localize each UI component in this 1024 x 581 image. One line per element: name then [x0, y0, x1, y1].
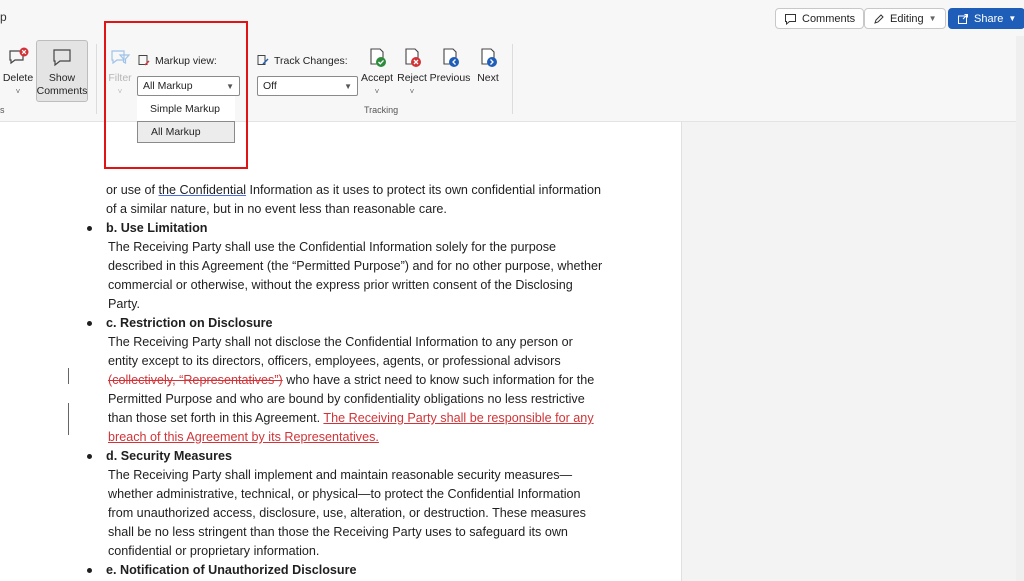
paragraph-use-limitation: The Receiving Party shall use the Confid…: [108, 240, 603, 311]
next-icon: [481, 48, 497, 67]
vertical-scrollbar[interactable]: [1016, 36, 1024, 581]
show-comments-label-2: Comments: [36, 85, 88, 97]
accept-button[interactable]: Accept ˅: [361, 46, 393, 98]
comments-button-label: Comments: [802, 12, 856, 25]
heading-use-limitation: b. Use Limitation: [87, 219, 606, 238]
share-button[interactable]: Share ▼: [948, 8, 1024, 29]
comment-icon: [785, 13, 796, 25]
chevron-down-icon: ˅: [15, 87, 21, 96]
previous-change-button[interactable]: Previous: [430, 46, 470, 85]
chevron-down-icon: ˅: [374, 87, 380, 96]
delete-comment-icon: [9, 47, 29, 65]
editing-mode-button[interactable]: Editing ▼: [864, 8, 946, 29]
previous-label: Previous: [429, 72, 471, 84]
comments-group-label: s: [0, 105, 5, 115]
accept-label: Accept: [360, 72, 394, 84]
paragraph-care: or use of the Confidential Information a…: [106, 183, 601, 216]
paragraph-security-measures: The Receiving Party shall implement and …: [108, 468, 586, 558]
accept-icon: [370, 48, 386, 67]
chevron-down-icon: ▼: [344, 81, 352, 91]
track-changes-label: Track Changes:: [274, 54, 348, 67]
delete-comment-button[interactable]: Delete ˅: [3, 46, 33, 98]
tracking-group-label: Tracking: [364, 105, 399, 115]
chevron-down-icon: ▼: [1008, 14, 1017, 23]
share-icon: [958, 13, 968, 24]
track-changes-value: Off: [263, 80, 277, 92]
heading-security-measures: d. Security Measures: [87, 447, 606, 466]
comments-button[interactable]: Comments: [775, 8, 865, 29]
reject-button[interactable]: Reject ˅: [396, 46, 428, 98]
document-page[interactable]: or use of the Confidential Information a…: [87, 181, 606, 580]
show-comments-icon: [53, 49, 71, 67]
grammar-flag[interactable]: the Confidential: [159, 183, 247, 197]
next-change-button[interactable]: Next: [474, 46, 502, 85]
delete-label: Delete: [2, 72, 34, 84]
comments-pane: [681, 122, 1024, 581]
change-bar: [68, 368, 69, 384]
next-label: Next: [477, 72, 499, 84]
show-comments-button[interactable]: Show Comments: [36, 40, 88, 102]
pencil-icon: [874, 13, 884, 24]
paragraph-restriction-on-disclosure: The Receiving Party shall not disclose t…: [108, 335, 595, 444]
track-changes-icon: [257, 55, 269, 65]
heading-notification: e. Notification of Unauthorized Disclosu…: [87, 561, 606, 580]
heading-restriction-on-disclosure: c. Restriction on Disclosure: [87, 314, 606, 333]
ribbon-separator: [512, 44, 513, 114]
change-bar: [68, 403, 69, 435]
previous-icon: [443, 48, 459, 67]
highlight-annotation-box: [104, 21, 248, 169]
show-comments-label-1: Show: [48, 72, 76, 84]
chevron-down-icon: ▼: [928, 14, 937, 23]
share-button-label: Share: [974, 12, 1004, 25]
reject-label: Reject: [397, 72, 427, 84]
document-title: p: [0, 10, 7, 24]
chevron-down-icon: ˅: [409, 87, 415, 96]
tracked-deletion[interactable]: (collectively, “Representatives”): [108, 373, 283, 387]
ribbon-separator: [96, 44, 97, 114]
track-changes-select[interactable]: Off ▼: [257, 76, 358, 96]
editing-mode-label: Editing: [890, 12, 924, 25]
reject-icon: [405, 48, 421, 67]
track-changes-label-wrap: Track Changes:: [257, 54, 348, 67]
